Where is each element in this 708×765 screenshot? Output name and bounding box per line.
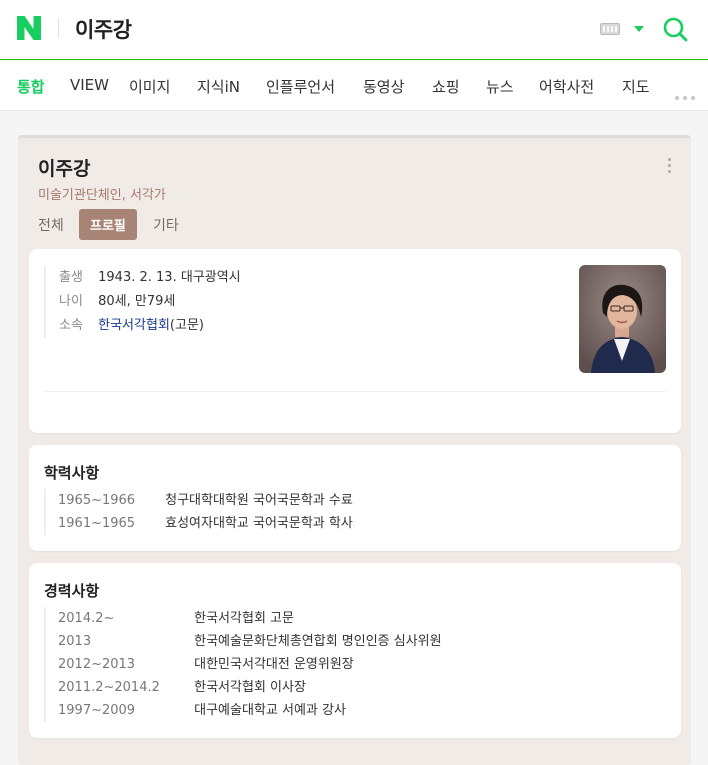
list-item: 2011.2~2014.2 한국서각협회 이사장 [58, 676, 442, 699]
career-title: 경력사항 [44, 582, 100, 600]
list-item: 1997~2009 대구예술대학교 서예과 강사 [58, 699, 442, 722]
info-label: 소속 [59, 318, 83, 333]
info-label: 나이 [59, 294, 83, 309]
info-value: 80세, 만79세 [98, 294, 176, 309]
list-item: 2014.2~ 한국서각협회 고문 [58, 607, 442, 630]
list-item-desc: 대구예술대학교 서예과 강사 [194, 703, 346, 718]
tab-all[interactable]: 통합 [17, 76, 45, 97]
naver-logo-icon[interactable] [17, 16, 41, 40]
profile-tab-etc[interactable]: 기타 [153, 215, 179, 235]
list-item-years: 1965~1966 [58, 493, 136, 508]
list-item-years: 2011.2~2014.2 [58, 680, 160, 695]
tab-dictionary[interactable]: 어학사전 [539, 76, 594, 97]
profile-tab-profile[interactable]: 프로필 [79, 209, 137, 240]
profile-photo[interactable] [579, 265, 666, 373]
profile-subtitle: 미술기관단체인, 서각가 [38, 188, 166, 203]
list-item-desc: 한국예술문화단체총연합회 명인인증 심사위원 [194, 634, 442, 649]
list-item-years: 2012~2013 [58, 657, 136, 672]
affiliation-role: (고문) [169, 318, 204, 333]
profile-tab-all[interactable]: 전체 [38, 215, 64, 235]
education-list: 1965~1966 청구대학대학원 국어국문학과 수료 1961~1965 효성… [44, 489, 353, 535]
list-item-desc: 한국서각협회 이사장 [194, 680, 306, 695]
list-item-desc: 효성여자대학교 국어국문학과 학사 [165, 516, 353, 531]
search-header: 이주강 [0, 0, 708, 60]
list-item: 1961~1965 효성여자대학교 국어국문학과 학사 [58, 512, 353, 535]
list-item-years: 1961~1965 [58, 516, 136, 531]
list-item: 1965~1966 청구대학대학원 국어국문학과 수료 [58, 489, 353, 512]
info-label: 출생 [59, 270, 83, 285]
more-tabs-icon[interactable] [675, 85, 699, 104]
affiliation-link[interactable]: 한국서각협회 [98, 318, 170, 333]
list-item: 2013 한국예술문화단체총연합회 명인인증 심사위원 [58, 630, 442, 653]
search-tabs: 통합 VIEW 이미지 지식iN 인플루언서 동영상 쇼핑 뉴스 어학사전 지도 [0, 61, 708, 111]
tab-images[interactable]: 이미지 [129, 76, 170, 97]
list-item-desc: 청구대학대학원 국어국문학과 수료 [165, 493, 353, 508]
info-row-age: 나이 80세, 만79세 [59, 290, 241, 314]
info-row-birth: 출생 1943. 2. 13. 대구광역시 [59, 266, 241, 290]
header-divider [58, 18, 59, 38]
tab-video[interactable]: 동영상 [363, 76, 404, 97]
info-row-affiliation: 소속 한국서각협회(고문) [59, 314, 241, 338]
info-divider [44, 391, 666, 392]
tab-map[interactable]: 지도 [622, 76, 650, 97]
tab-news[interactable]: 뉴스 [486, 76, 514, 97]
education-title: 학력사항 [44, 464, 100, 482]
profile-name: 이주강 [38, 158, 91, 180]
list-item-years: 2013 [58, 634, 92, 649]
profile-info-list: 출생 1943. 2. 13. 대구광역시 나이 80세, 만79세 소속 한국… [44, 266, 241, 338]
caret-down-icon[interactable] [634, 26, 644, 32]
tab-view[interactable]: VIEW [70, 76, 109, 94]
search-icon[interactable] [662, 16, 688, 42]
list-item-years: 2014.2~ [58, 611, 115, 626]
tab-kin[interactable]: 지식iN [197, 76, 240, 97]
career-list: 2014.2~ 한국서각협회 고문 2013 한국예술문화단체총연합회 명인인증… [44, 607, 442, 722]
list-item-desc: 한국서각협회 고문 [194, 611, 294, 626]
search-query[interactable]: 이주강 [75, 14, 132, 44]
list-item-years: 1997~2009 [58, 703, 136, 718]
list-item: 2012~2013 대한민국서각대전 운영위원장 [58, 653, 442, 676]
more-options-icon[interactable] [668, 158, 672, 176]
list-item-desc: 대한민국서각대전 운영위원장 [194, 657, 354, 672]
keyboard-icon[interactable] [600, 23, 620, 35]
info-value: 1943. 2. 13. 대구광역시 [98, 270, 241, 285]
tab-influencer[interactable]: 인플루언서 [266, 76, 335, 97]
tab-shopping[interactable]: 쇼핑 [432, 76, 460, 97]
